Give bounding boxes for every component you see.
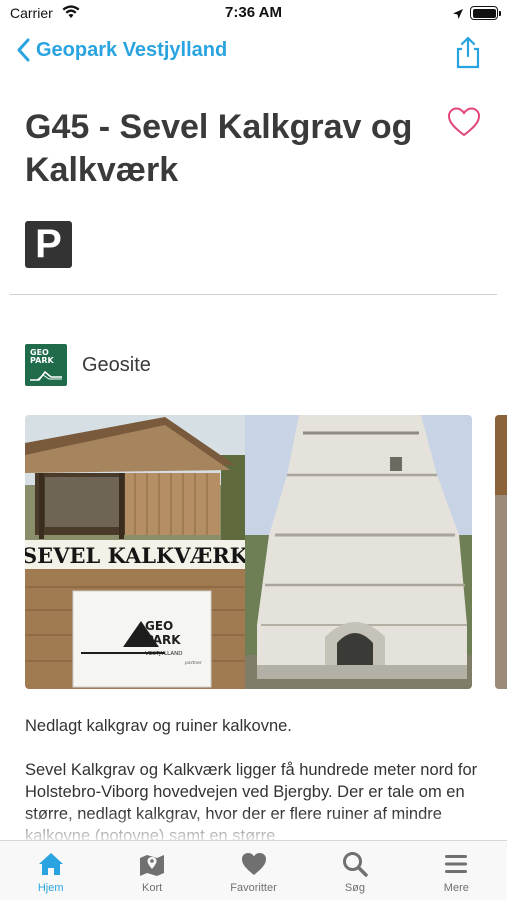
clock: 7:36 AM xyxy=(225,4,282,21)
tab-kort[interactable]: Kort xyxy=(101,841,202,900)
geopark-sign-partner: partner xyxy=(185,660,202,666)
divider xyxy=(10,294,497,295)
heart-icon xyxy=(241,853,266,875)
tab-label: Favoritter xyxy=(230,882,277,894)
tab-sog[interactable]: Søg xyxy=(304,841,405,900)
short-description: Nedlagt kalkgrav og ruiner kalkovne. xyxy=(25,717,292,735)
share-button[interactable] xyxy=(452,34,484,70)
carousel-image[interactable]: SEVEL KALKVÆRK GEO PARK VESTJYLLAND part… xyxy=(25,415,472,689)
geopark-sign-subtext: VESTJYLLAND xyxy=(145,651,182,657)
heart-outline-icon xyxy=(447,107,481,137)
tab-label: Kort xyxy=(142,882,163,894)
battery-icon xyxy=(470,6,501,20)
tab-label: Hjem xyxy=(37,882,64,894)
geopark-sign-text: GEO xyxy=(145,619,173,633)
carousel-image-next[interactable] xyxy=(495,415,507,689)
favorite-button[interactable] xyxy=(446,106,482,138)
tab-favoritter[interactable]: Favoritter xyxy=(203,841,304,900)
scroll-fade xyxy=(0,812,507,842)
tab-label: Søg xyxy=(344,882,366,894)
category-row: GEO PARK Geosite xyxy=(25,344,151,386)
share-icon xyxy=(456,36,480,69)
back-button-label: Geopark Vestjylland xyxy=(36,38,228,61)
navigation-bar: Geopark Vestjylland xyxy=(0,28,507,76)
tab-label: Mere xyxy=(443,882,469,894)
page-title: G45 - Sevel Kalkgrav og Kalkværk xyxy=(25,108,413,189)
parking-badge: P xyxy=(25,221,72,268)
sign-text: SEVEL KALKVÆRK xyxy=(25,543,249,568)
map-icon xyxy=(140,855,165,876)
location-arrow-icon xyxy=(452,7,464,25)
kalkvaerk-photo: SEVEL KALKVÆRK GEO PARK VESTJYLLAND part… xyxy=(25,415,472,689)
back-button[interactable]: Geopark Vestjylland xyxy=(14,36,227,64)
search-icon xyxy=(342,852,368,877)
home-icon xyxy=(38,853,63,875)
geopark-logo: GEO PARK xyxy=(25,344,67,386)
tab-bar: Hjem Kort Favoritter Søg Mere xyxy=(0,840,507,900)
status-bar: Carrier 7:36 AM xyxy=(0,0,507,28)
tab-mere[interactable]: Mere xyxy=(406,841,507,900)
geopark-sign-text: PARK xyxy=(145,633,181,647)
geopark-logo-text: PARK xyxy=(30,356,54,365)
image-carousel[interactable]: SEVEL KALKVÆRK GEO PARK VESTJYLLAND part… xyxy=(25,415,507,689)
menu-icon xyxy=(445,855,468,873)
tab-hjem[interactable]: Hjem xyxy=(0,841,101,900)
chevron-left-icon xyxy=(17,38,30,62)
category-label: Geosite xyxy=(82,353,151,376)
